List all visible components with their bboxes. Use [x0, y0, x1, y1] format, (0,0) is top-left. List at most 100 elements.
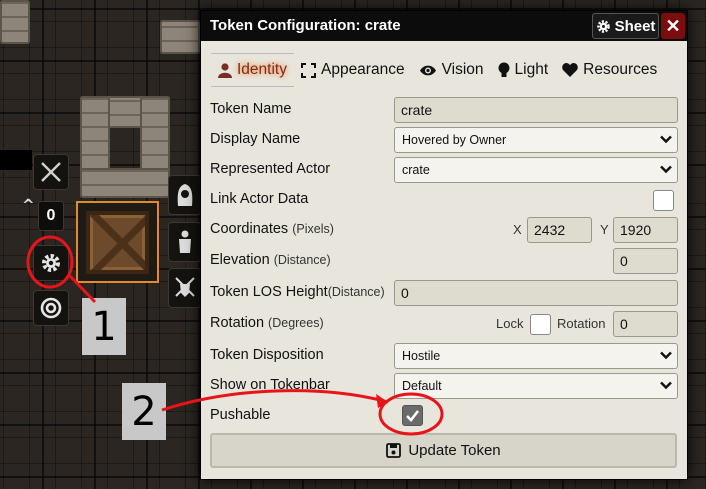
body-icon — [179, 230, 191, 253]
dialog-titlebar[interactable]: Token Configuration: crate Sheet ✕ — [201, 11, 687, 41]
lock-label: Lock — [496, 316, 524, 331]
tab-light[interactable]: Light — [491, 53, 556, 87]
disposition-label: Token Disposition — [210, 347, 324, 363]
tab-resources[interactable]: Resources — [555, 53, 664, 87]
y-label: Y — [600, 222, 609, 237]
rotation-field-label: Rotation — [557, 316, 606, 331]
los-height-label: Token LOS Height(Distance) — [210, 284, 385, 300]
tab-identity[interactable]: Identity — [211, 53, 294, 87]
update-token-button[interactable]: Update Token — [210, 433, 677, 468]
chevron-down-icon — [660, 381, 672, 390]
token-config-button[interactable] — [33, 245, 69, 281]
close-button[interactable]: ✕ — [661, 13, 685, 39]
row-disposition: Token Disposition Hostile — [210, 343, 678, 371]
pushable-checkbox[interactable] — [402, 405, 423, 426]
row-represented-actor: Represented Actor crate — [210, 157, 678, 185]
tab-label: Vision — [441, 61, 484, 78]
shield-swords-icon — [175, 277, 195, 297]
display-name-value: Hovered by Owner — [402, 133, 507, 147]
token-name-input[interactable]: crate — [394, 97, 678, 123]
annotation-label-2: 2 — [122, 383, 166, 440]
rotation-input[interactable]: 0 — [613, 311, 678, 337]
x-coordinate-input[interactable]: 2432 — [527, 217, 592, 243]
crate-image — [86, 211, 149, 274]
row-token-name: Token Name crate — [210, 97, 678, 125]
user-icon — [218, 62, 232, 78]
crossed-swords-icon — [41, 162, 61, 182]
stone-column — [0, 0, 30, 44]
chevron-down-icon — [660, 165, 672, 174]
tokenbar-value: Default — [402, 379, 442, 393]
lock-rotation-checkbox[interactable] — [530, 314, 551, 335]
elevation-unit: (Distance) — [273, 253, 331, 267]
row-los-height: Token LOS Height(Distance) 0 — [210, 280, 678, 308]
save-icon — [386, 443, 402, 458]
elevation-text: Elevation — [210, 252, 270, 268]
elevation-input[interactable]: 0 — [38, 201, 64, 231]
tab-label: Identity — [237, 61, 287, 78]
tab-appearance[interactable]: Appearance — [294, 53, 412, 87]
sheet-label: Sheet — [614, 17, 656, 35]
row-display-name: Display Name Hovered by Owner — [210, 127, 678, 155]
update-token-label: Update Token — [408, 442, 501, 459]
represented-actor-label: Represented Actor — [210, 161, 331, 177]
effects-button[interactable] — [168, 222, 202, 262]
heart-icon — [562, 63, 578, 77]
rotation-label: Rotation (Degrees) — [210, 315, 324, 331]
tokenbar-label: Show on Tokenbar — [210, 377, 330, 393]
gear-icon — [596, 19, 610, 33]
combat-state-button[interactable] — [168, 268, 202, 308]
tab-bar: Identity Appearance Vision Light Resourc… — [211, 53, 677, 87]
visibility-toggle[interactable] — [168, 175, 202, 215]
y-coordinate-input[interactable]: 1920 — [613, 217, 678, 243]
coordinates-unit: (Pixels) — [292, 222, 334, 236]
crate-token[interactable] — [76, 201, 159, 283]
coordinates-text: Coordinates — [210, 221, 289, 237]
disposition-select[interactable]: Hostile — [394, 343, 678, 369]
gear-icon — [42, 254, 60, 272]
tokenbar-select[interactable]: Default — [394, 373, 678, 399]
target-icon — [40, 297, 62, 319]
represented-actor-select[interactable]: crate — [394, 157, 678, 183]
row-elevation: Elevation (Distance) 0 — [210, 248, 678, 276]
row-pushable: Pushable — [210, 403, 678, 431]
disposition-value: Hostile — [402, 349, 441, 363]
lightbulb-icon — [498, 62, 510, 77]
elevation-field[interactable]: 0 — [613, 248, 678, 274]
combat-toggle-button[interactable] — [33, 154, 69, 190]
checkmark-icon — [406, 410, 420, 422]
stone-wall-bottom — [80, 168, 170, 198]
los-height-text: Token LOS Height — [210, 284, 328, 300]
stone-wall-ne — [160, 20, 200, 54]
shadow-band-left — [0, 150, 32, 170]
chevron-down-icon — [660, 351, 672, 360]
token-config-dialog: Token Configuration: crate Sheet ✕ Ident… — [200, 10, 688, 480]
row-coordinates: Coordinates (Pixels) X 2432 Y 1920 — [210, 217, 678, 245]
link-actor-checkbox[interactable] — [653, 190, 674, 211]
coordinates-label: Coordinates (Pixels) — [210, 221, 334, 237]
token-name-label: Token Name — [210, 101, 292, 117]
los-height-input[interactable]: 0 — [394, 280, 678, 306]
hooded-figure-icon — [177, 184, 193, 206]
tab-vision[interactable]: Vision — [412, 53, 491, 87]
tab-label: Appearance — [320, 61, 405, 78]
elevation-label: Elevation (Distance) — [210, 252, 331, 268]
rotation-unit: (Degrees) — [268, 316, 324, 330]
target-button[interactable] — [33, 290, 69, 326]
rotation-text: Rotation — [210, 315, 265, 331]
frame-icon — [300, 62, 316, 78]
annotation-label-1: 1 — [82, 298, 126, 355]
row-rotation: Rotation (Degrees) Lock Rotation 0 — [210, 311, 678, 339]
tab-label: Resources — [583, 61, 658, 78]
dialog-title: Token Configuration: crate — [210, 17, 401, 34]
display-name-label: Display Name — [210, 131, 301, 147]
row-tokenbar: Show on Tokenbar Default — [210, 373, 678, 401]
sheet-button[interactable]: Sheet — [592, 13, 659, 39]
display-name-select[interactable]: Hovered by Owner — [394, 127, 678, 153]
pushable-label: Pushable — [210, 407, 271, 423]
los-height-unit: (Distance) — [327, 285, 385, 299]
tab-label: Light — [514, 61, 549, 78]
row-link-actor: Link Actor Data — [210, 187, 678, 215]
elevation-up-arrow[interactable]: ^ — [22, 196, 35, 214]
eye-icon — [419, 65, 436, 75]
